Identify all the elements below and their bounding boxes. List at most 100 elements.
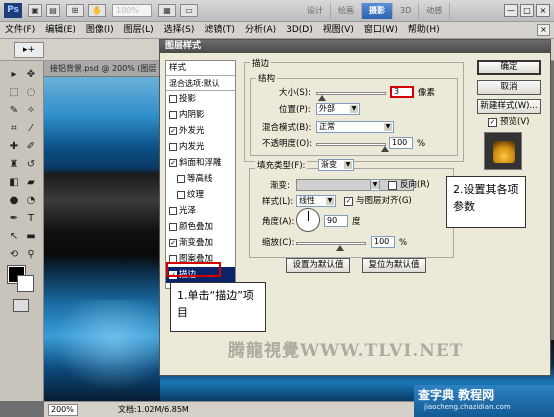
workspace-painting[interactable]: 绘画	[331, 3, 362, 19]
gradient-style-select[interactable]: 线性 ▼	[296, 195, 336, 207]
workspace-photography[interactable]: 摄影	[362, 3, 393, 19]
blur-tool-icon[interactable]: ●	[6, 193, 22, 209]
style-item-checkbox[interactable]: ✓	[169, 239, 177, 247]
workspace-design[interactable]: 设计	[300, 3, 331, 19]
view-extras-icon[interactable]: ⊞	[66, 4, 84, 17]
scale-input[interactable]: 100	[371, 236, 395, 248]
move-tool-icon[interactable]: ▸	[6, 67, 22, 83]
style-item-checkbox[interactable]	[177, 175, 185, 183]
menu-analysis[interactable]: 分析(A)	[240, 22, 281, 38]
document-tab[interactable]: 接铝背景.psd @ 200% (图层	[44, 61, 160, 77]
style-item[interactable]: 内阴影	[166, 107, 235, 123]
gradient-dropdown[interactable]: ▼	[370, 179, 380, 191]
style-item-checkbox[interactable]	[169, 95, 177, 103]
quick-selection-icon[interactable]: ✎	[6, 103, 22, 119]
dodge-tool-icon[interactable]: ◔	[23, 193, 39, 209]
fill-type-select[interactable]: 渐变 ▼	[318, 159, 354, 171]
history-brush-icon[interactable]: ↺	[23, 157, 39, 173]
style-item[interactable]: 等高线	[166, 171, 235, 187]
move-tool-preset-icon[interactable]: ▸+	[14, 42, 44, 58]
maximize-button[interactable]: □	[520, 4, 534, 17]
reset-default-button[interactable]: 复位为默认值	[362, 258, 426, 273]
cancel-button[interactable]: 取消	[477, 80, 541, 95]
style-item[interactable]: 投影	[166, 91, 235, 107]
zoom-level-field[interactable]: 100%	[112, 4, 152, 17]
close-document-icon[interactable]: ×	[537, 24, 550, 36]
size-slider-thumb[interactable]	[318, 95, 326, 101]
menu-edit[interactable]: 编辑(E)	[40, 22, 81, 38]
magic-wand-icon[interactable]: ✧	[23, 103, 39, 119]
opacity-slider-thumb[interactable]	[381, 146, 389, 152]
menu-select[interactable]: 选择(S)	[159, 22, 200, 38]
style-item-checkbox[interactable]	[169, 143, 177, 151]
menu-help[interactable]: 帮助(H)	[403, 22, 445, 38]
style-item[interactable]: 内发光	[166, 139, 235, 155]
bridge-icon[interactable]: ▣	[28, 4, 42, 17]
minimize-button[interactable]: —	[504, 4, 518, 17]
position-select[interactable]: 外部 ▼	[316, 103, 360, 115]
healing-brush-icon[interactable]: ✚	[6, 139, 22, 155]
blending-options-item[interactable]: 混合选项:默认	[166, 76, 235, 91]
3d-rotate-icon[interactable]: ⟲	[6, 247, 22, 263]
reverse-checkbox[interactable]	[388, 181, 397, 190]
menu-window[interactable]: 窗口(W)	[359, 22, 403, 38]
style-item[interactable]: ✓ 斜面和浮雕	[166, 155, 235, 171]
lasso-tool-icon[interactable]: ◌	[23, 85, 39, 101]
type-tool-icon[interactable]: T	[23, 211, 39, 227]
marquee-tool-icon[interactable]: ⬚	[6, 85, 22, 101]
size-slider[interactable]	[316, 92, 386, 95]
menu-view[interactable]: 视图(V)	[318, 22, 359, 38]
style-item-checkbox[interactable]: ✓	[169, 159, 177, 167]
status-zoom-field[interactable]: 200%	[48, 404, 78, 416]
angle-input[interactable]: 90	[324, 215, 348, 227]
angle-dial-icon[interactable]	[296, 208, 320, 232]
gradient-tool-icon[interactable]: ▰	[23, 175, 39, 191]
ok-button[interactable]: 确定	[477, 60, 541, 75]
scale-slider[interactable]	[296, 242, 366, 245]
menu-filter[interactable]: 滤镜(T)	[199, 22, 240, 38]
path-selection-icon[interactable]: ↖	[6, 229, 22, 245]
hand-tool-icon[interactable]: ✋	[88, 4, 106, 17]
pen-tool-icon[interactable]: ✒	[6, 211, 22, 227]
opacity-slider[interactable]	[316, 143, 386, 146]
preview-checkbox[interactable]: ✓	[488, 118, 497, 127]
eraser-tool-icon[interactable]: ◧	[6, 175, 22, 191]
workspace-motion[interactable]: 动感	[419, 3, 451, 19]
eyedropper-icon[interactable]: ⁄	[23, 121, 39, 137]
clone-stamp-icon[interactable]: ♜	[6, 157, 22, 173]
new-style-button[interactable]: 新建样式(W)...	[477, 99, 541, 114]
scale-slider-thumb[interactable]	[336, 245, 344, 251]
screen-mode-icon[interactable]: ▭	[180, 4, 198, 17]
quick-mask-icon[interactable]	[13, 299, 29, 312]
styles-header[interactable]: 样式	[166, 61, 235, 76]
zoom-tool-icon[interactable]: ⚲	[23, 247, 39, 263]
close-window-button[interactable]: ×	[536, 4, 550, 17]
opacity-input[interactable]: 100	[389, 137, 413, 149]
size-input[interactable]: 3	[390, 86, 414, 98]
style-item[interactable]: ✓ 外发光	[166, 123, 235, 139]
align-checkbox[interactable]: ✓	[344, 197, 353, 206]
style-item-checkbox[interactable]	[177, 191, 185, 199]
menu-layer[interactable]: 图层(L)	[119, 22, 159, 38]
arrange-documents-icon[interactable]: ▦	[158, 4, 176, 17]
menu-file[interactable]: 文件(F)	[0, 22, 40, 38]
blend-mode-select[interactable]: 正常 ▼	[316, 121, 394, 133]
make-default-button[interactable]: 设置为默认值	[286, 258, 350, 273]
style-item-checkbox[interactable]	[169, 223, 177, 231]
style-item[interactable]: ✓ 渐变叠加	[166, 235, 235, 251]
style-item[interactable]: 光泽	[166, 203, 235, 219]
style-item[interactable]: 纹理	[166, 187, 235, 203]
background-color-swatch[interactable]	[17, 275, 34, 292]
mini-bridge-icon[interactable]: ▤	[46, 4, 60, 17]
crop-tool-icon[interactable]: ⌗	[6, 121, 22, 137]
brush-tool-icon[interactable]: ✐	[23, 139, 39, 155]
workspace-3d[interactable]: 3D	[393, 3, 420, 19]
style-item-checkbox[interactable]: ✓	[169, 127, 177, 135]
move-arrows-icon[interactable]: ✥	[23, 67, 39, 83]
style-item[interactable]: 颜色叠加	[166, 219, 235, 235]
menu-3d[interactable]: 3D(D)	[281, 22, 318, 38]
style-item-checkbox[interactable]	[169, 207, 177, 215]
menu-image[interactable]: 图像(I)	[81, 22, 119, 38]
style-item-checkbox[interactable]	[169, 111, 177, 119]
shape-tool-icon[interactable]: ▬	[23, 229, 39, 245]
